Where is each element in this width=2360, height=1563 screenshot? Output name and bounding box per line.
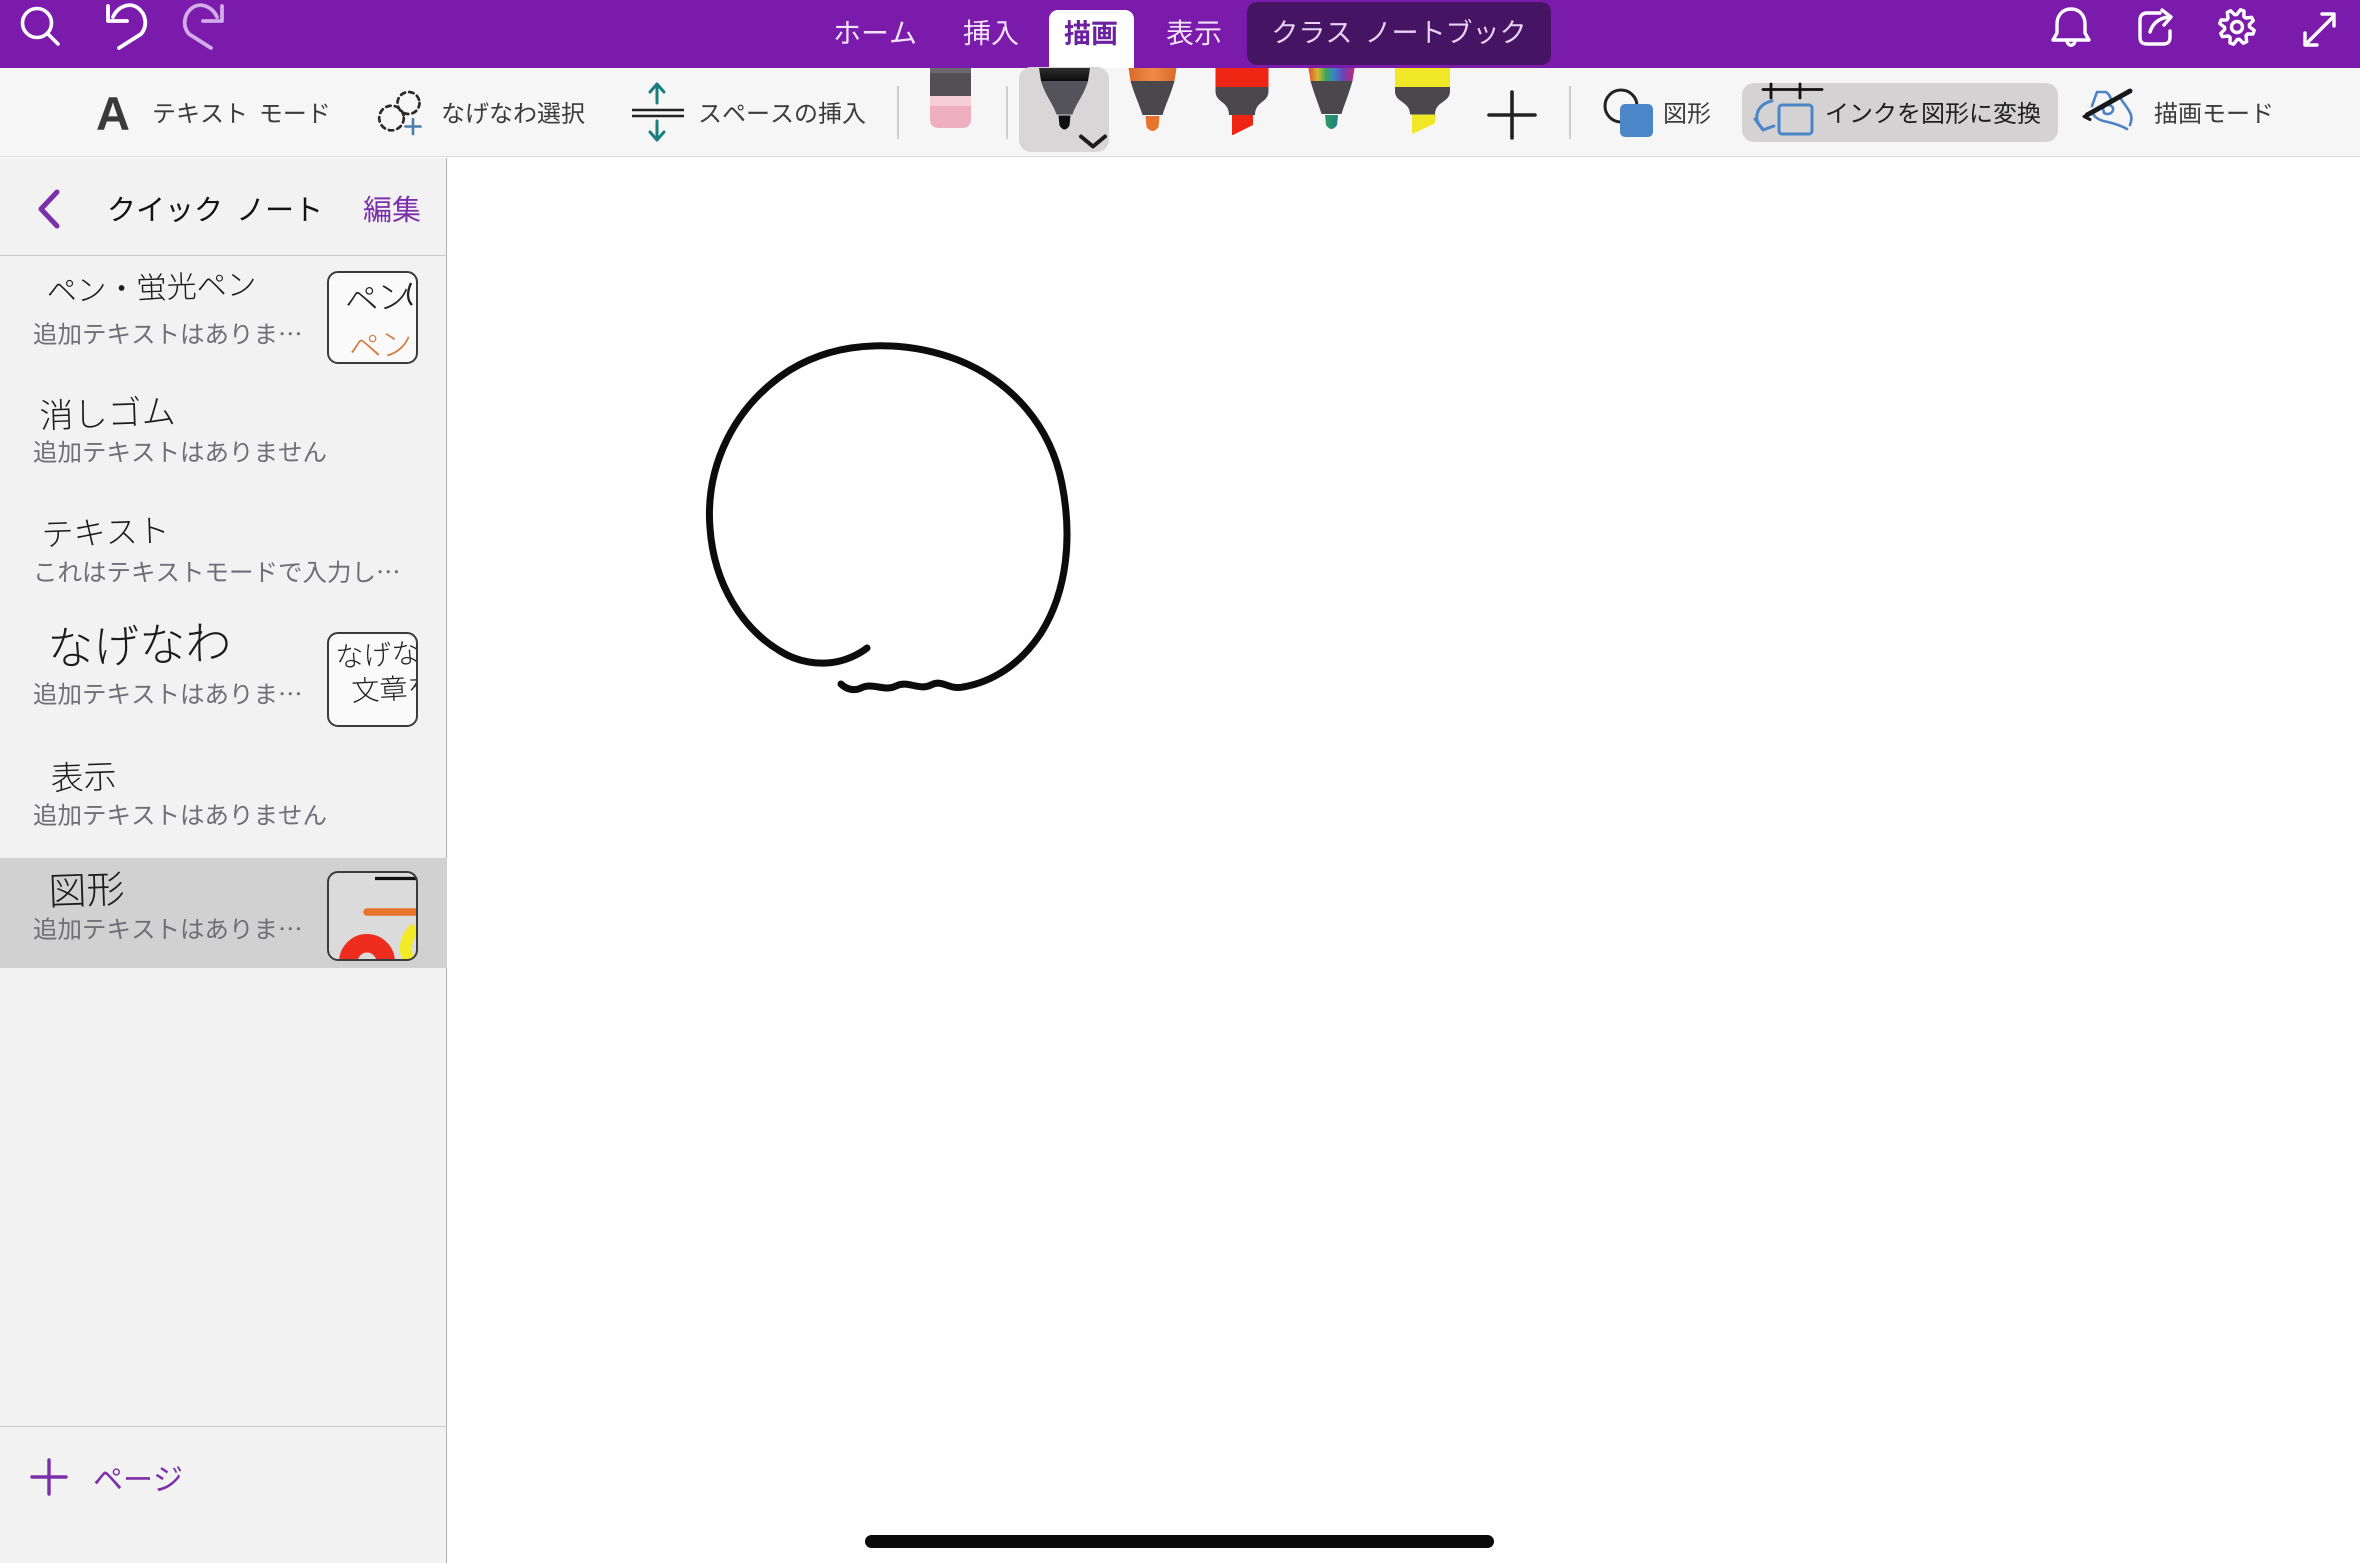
svg-text:A: A <box>96 87 130 140</box>
